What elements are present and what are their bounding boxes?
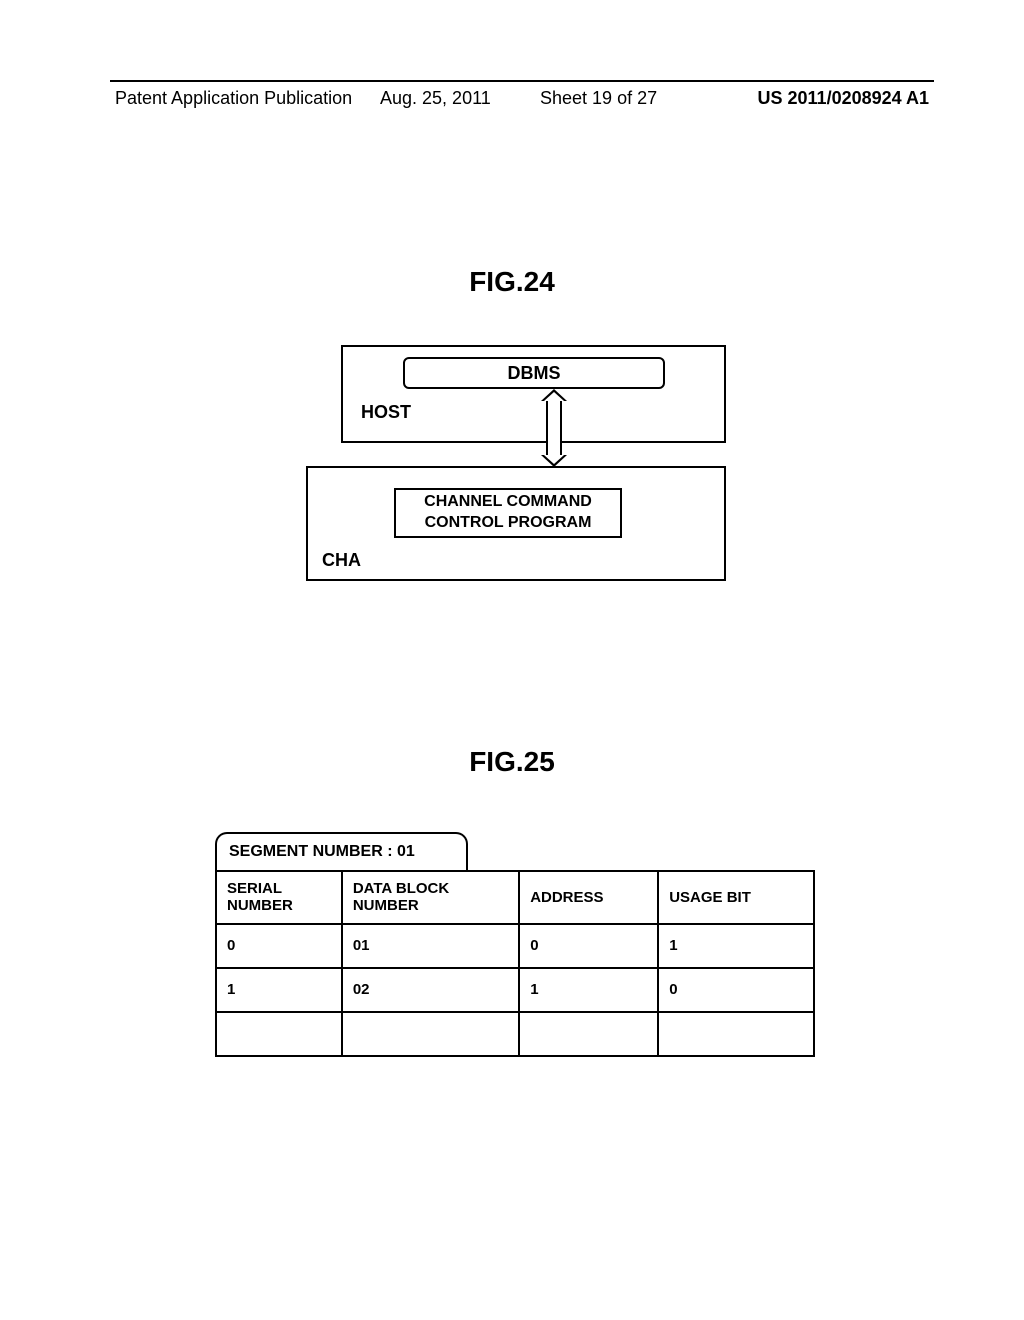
cell-block [342,1012,519,1056]
cell-block: 02 [342,968,519,1012]
program-line2: CONTROL PROGRAM [425,513,592,534]
header-block: DATA BLOCK NUMBER [342,871,519,924]
table-header-row: SERIAL NUMBER DATA BLOCK NUMBER ADDRESS … [216,871,814,924]
table-row [216,1012,814,1056]
program-line1: CHANNEL COMMAND [424,492,592,513]
channel-program-box: CHANNEL COMMAND CONTROL PROGRAM [394,488,622,538]
publication-number: US 2011/0208924 A1 [758,88,929,109]
cell-serial [216,1012,342,1056]
cell-block: 01 [342,924,519,968]
host-box: DBMS HOST [341,345,726,443]
header-address: ADDRESS [519,871,658,924]
segment-table: SERIAL NUMBER DATA BLOCK NUMBER ADDRESS … [215,870,815,1057]
fig24-title: FIG.24 [0,266,1024,298]
cell-usage: 1 [658,924,814,968]
publication-date: Aug. 25, 2011 [380,88,491,109]
cell-address [519,1012,658,1056]
segment-number-tab: SEGMENT NUMBER : 01 [215,832,468,870]
fig25-title: FIG.25 [0,746,1024,778]
cell-address: 0 [519,924,658,968]
fig25-diagram: SEGMENT NUMBER : 01 SERIAL NUMBER DATA B… [215,832,815,1057]
fig24-diagram: DBMS HOST CHANNEL COMMAND CONTROL PROGRA… [306,345,726,581]
cell-serial: 1 [216,968,342,1012]
table-row: 1 02 1 0 [216,968,814,1012]
cell-address: 1 [519,968,658,1012]
cell-serial: 0 [216,924,342,968]
dbms-box: DBMS [403,357,665,389]
header-usage: USAGE BIT [658,871,814,924]
header-serial: SERIAL NUMBER [216,871,342,924]
cell-usage [658,1012,814,1056]
sheet-info: Sheet 19 of 27 [540,88,657,109]
cell-usage: 0 [658,968,814,1012]
cha-box: CHANNEL COMMAND CONTROL PROGRAM CHA [306,466,726,581]
patent-page: Patent Application Publication Aug. 25, … [0,0,1024,1320]
publication-label: Patent Application Publication [115,88,352,109]
host-label: HOST [361,402,411,423]
cha-label: CHA [322,550,361,571]
table-row: 0 01 0 1 [216,924,814,968]
header-rule [110,80,934,82]
bidirectional-arrow-icon [541,389,567,467]
